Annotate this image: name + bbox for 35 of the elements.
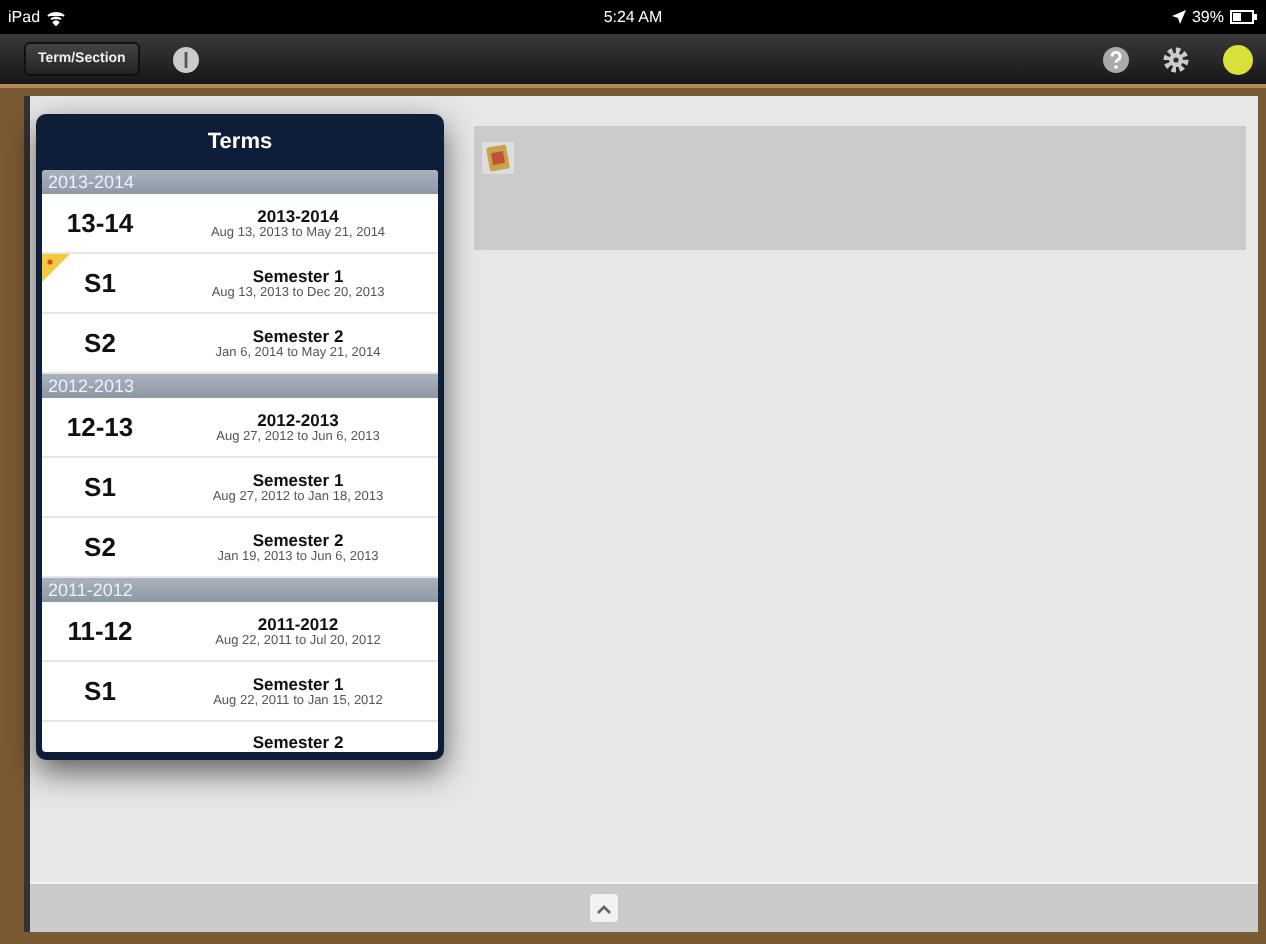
term-title: Semester 1 <box>252 674 344 694</box>
term-title: Semester 2 <box>252 530 344 550</box>
term-abbreviation: S1 <box>82 676 118 706</box>
location-arrow-icon <box>1171 10 1186 24</box>
term-title: 2013-2014 <box>257 206 339 226</box>
chevron-up-icon <box>596 903 612 913</box>
battery-icon <box>1229 10 1258 24</box>
term-abbreviation: 13-14 <box>64 208 136 238</box>
wifi-icon <box>46 9 67 25</box>
term-row[interactable]: Semester 2 <box>42 722 438 752</box>
term-title: Semester 2 <box>252 326 344 346</box>
book-thumbnail-icon[interactable] <box>482 142 514 174</box>
term-abbreviation: S2 <box>82 532 118 562</box>
device-name: iPad <box>8 8 41 26</box>
expand-up-button[interactable] <box>590 894 618 922</box>
help-icon[interactable] <box>1102 45 1130 73</box>
term-title: Semester 2 <box>252 732 344 752</box>
popover-title: Terms <box>205 128 275 158</box>
battery-percent: 39% <box>1191 8 1224 26</box>
term-abbreviation: S2 <box>82 328 118 358</box>
term-title: Semester 1 <box>252 470 344 490</box>
term-abbreviation: S1 <box>82 472 118 502</box>
section-header: 2013-2014 <box>42 170 438 194</box>
settings-icon[interactable] <box>1162 45 1190 73</box>
term-title: Semester 1 <box>252 266 344 286</box>
profile-circle-icon[interactable] <box>1222 43 1254 75</box>
section-header: 2011-2012 <box>42 578 438 602</box>
term-abbreviation: 12-13 <box>64 412 136 442</box>
term-title: 2011-2012 <box>257 614 339 634</box>
split-circle-icon[interactable] <box>171 45 200 73</box>
section-header: 2012-2013 <box>42 374 438 398</box>
term-abbreviation: 11-12 <box>65 616 135 646</box>
clock-time: 5:24 AM <box>603 8 663 26</box>
term-abbreviation: S1 <box>82 268 118 298</box>
term-title: 2012-2013 <box>257 410 339 430</box>
